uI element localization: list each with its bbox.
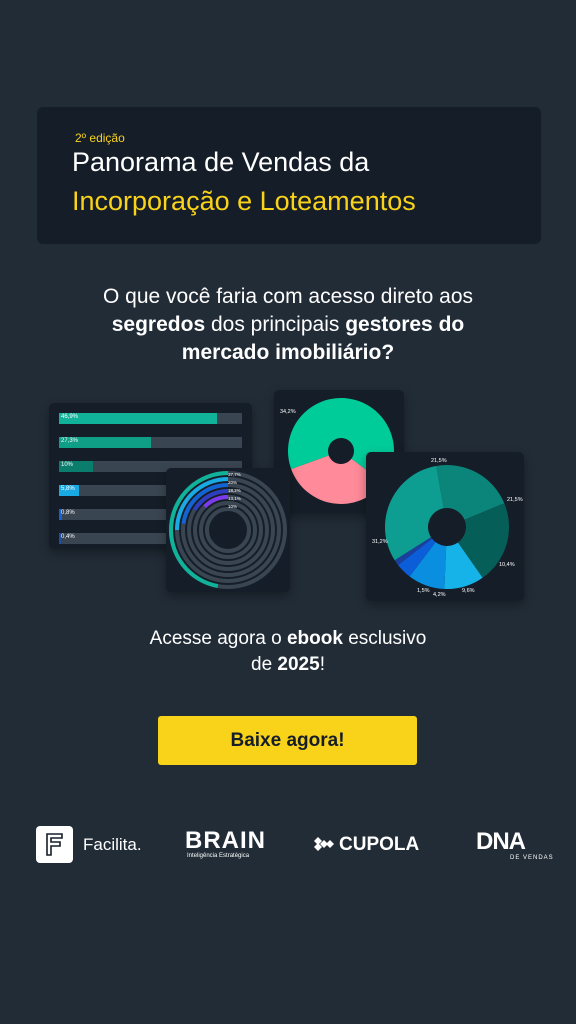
big-donut-label-3: 10,4%: [499, 562, 515, 568]
bar-label: 5,8%: [61, 486, 75, 492]
cta-line1-pre: Acesse agora o: [149, 628, 287, 649]
edition-label: 2º edição: [75, 131, 125, 145]
question-line2: segredos dos principais gestores do: [40, 311, 536, 339]
question-bold-gestores: gestores do: [345, 313, 465, 336]
bar-label: 46,9%: [61, 414, 79, 420]
radial-bar-chart: [169, 471, 287, 589]
radial-chart-panel: 37,7% 20% 18,2% 13,1% 10%: [166, 468, 290, 592]
bar-label: 0,4%: [61, 534, 75, 540]
cupola-logo-text: CUPOLA: [339, 834, 420, 855]
dna-logo-text: DNA: [476, 828, 526, 855]
bar-track: 27,3%: [59, 437, 242, 448]
cta-text: Acesse agora o ebook esclusivo de 2025!: [60, 626, 516, 678]
big-donut-label-5: 4,2%: [433, 592, 446, 598]
brain-logo-text: BRAIN: [185, 827, 266, 854]
bar-label: 27,3%: [61, 438, 79, 444]
donut-chart-label: 34,2%: [280, 409, 296, 415]
cta-line2: de 2025!: [60, 652, 516, 678]
question-bold-segredos: segredos: [111, 313, 206, 336]
page-title-line1: Panorama de Vendas da: [72, 147, 370, 177]
radial-track: [205, 507, 251, 553]
facilita-logo-text: Facilita.: [83, 835, 142, 854]
big-donut-label-2: 21,5%: [507, 497, 523, 503]
cupola-logo-icon: [313, 836, 335, 852]
radial-legend-5: 10%: [228, 504, 238, 509]
cta-line1-post: esclusivo: [342, 628, 427, 649]
radial-track: [199, 501, 257, 559]
cta-year-bold: 2025: [277, 654, 320, 675]
cta-line1: Acesse agora o ebook esclusivo: [60, 626, 516, 652]
cta-line2-pre: de: [251, 654, 278, 675]
dna-logo-subtitle: DE VENDAS: [510, 855, 554, 861]
bar-track: 46,9%: [59, 413, 242, 424]
big-donut-chart: [385, 465, 509, 589]
big-donut-label-6: 1,5%: [417, 588, 430, 594]
question-line1: O que você faria com acesso direto aos: [102, 285, 474, 308]
brain-logo-subtitle: Inteligência Estratégica: [187, 853, 250, 859]
cta-line2-post: !: [319, 654, 325, 675]
big-donut-label-1: 21,5%: [431, 458, 447, 464]
big-donut-label-7: 31,2%: [372, 539, 388, 545]
radial-legend-1: 37,7%: [228, 472, 241, 477]
big-donut-panel: 21,5% 21,5% 10,4% 9,6% 4,2% 1,5% 31,2%: [366, 452, 524, 601]
facilita-logo-icon: [36, 826, 73, 863]
cta-ebook-bold: ebook: [286, 628, 343, 649]
download-button[interactable]: Baixe agora!: [158, 716, 417, 765]
big-donut-label-4: 9,6%: [462, 588, 475, 594]
radial-legend-3: 18,2%: [228, 488, 241, 493]
question-line3: mercado imobiliário?: [40, 339, 536, 367]
radial-legend-4: 13,1%: [228, 496, 241, 501]
question-bold-mercado: mercado imobiliário?: [181, 341, 395, 364]
page-title-line2: Incorporação e Loteamentos: [72, 186, 416, 216]
bar-label: 10%: [61, 462, 74, 468]
bar: [59, 413, 217, 424]
radial-legend-2: 20%: [228, 480, 238, 485]
question-text: O que você faria com acesso direto aos s…: [40, 283, 536, 367]
question-mid: dos principais: [205, 313, 346, 336]
bar-label: 0,8%: [61, 510, 75, 516]
title-card: 2º edição Panorama de Vendas da Incorpor…: [37, 107, 541, 244]
